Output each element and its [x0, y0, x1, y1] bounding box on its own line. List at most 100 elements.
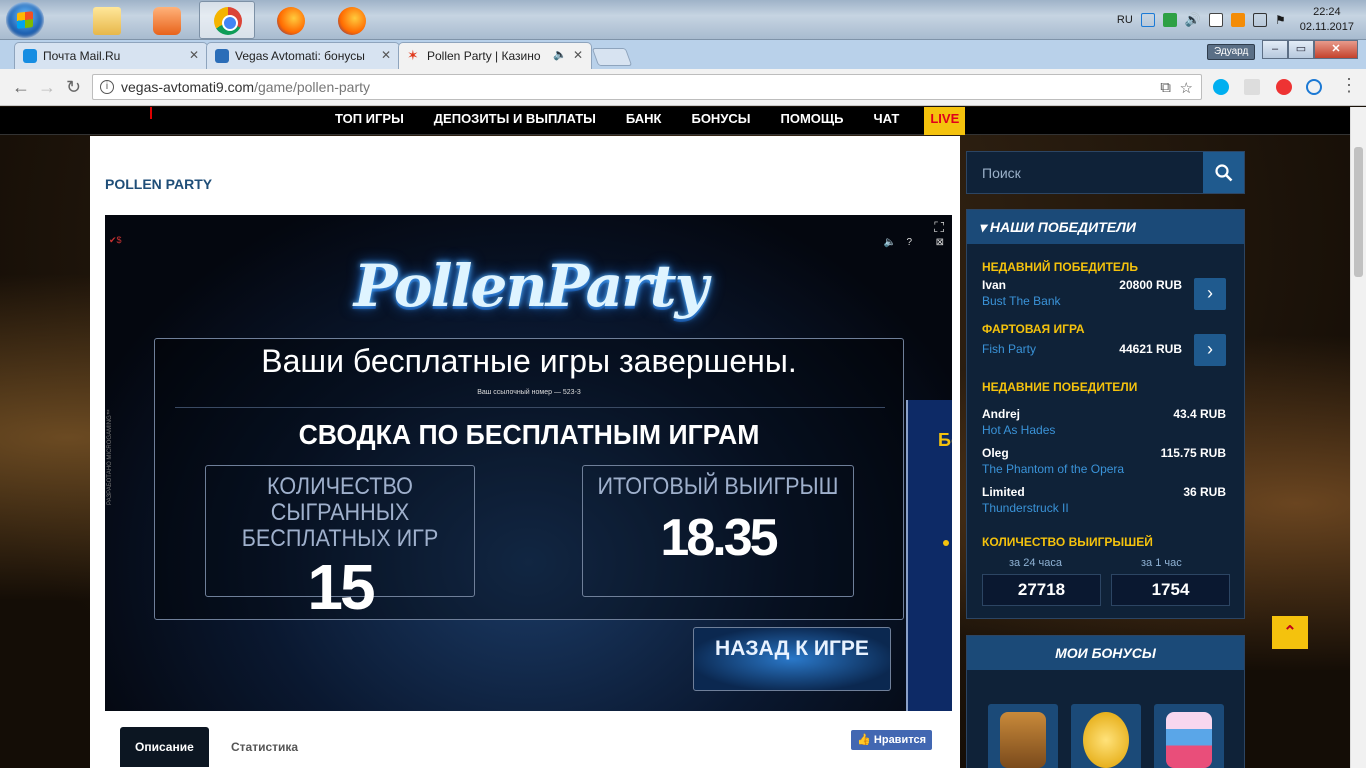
browser-tab-mail[interactable]: Почта Mail.Ru ✕	[14, 42, 208, 69]
bookmark-star-icon[interactable]: ☆	[1180, 79, 1193, 97]
clock[interactable]: 22:24 02.11.2017	[1300, 5, 1354, 35]
new-tab-button[interactable]	[591, 48, 633, 66]
help-icon[interactable]: ?	[906, 237, 912, 248]
back-to-game-button[interactable]: НАЗАД К ИГРЕ	[693, 627, 891, 691]
close-window-button[interactable]: ✕	[1314, 40, 1358, 59]
shield-icon[interactable]	[1162, 13, 1177, 27]
tab-title: Почта Mail.Ru	[43, 49, 121, 63]
volume-icon[interactable]: 🔊	[1185, 12, 1201, 28]
profile-badge[interactable]: Эдуард	[1207, 44, 1256, 60]
pollen-party-logo: PollenParty	[353, 252, 709, 320]
count-1h-value: 1754	[1111, 574, 1230, 606]
tab-statistics[interactable]: Статистика	[216, 727, 313, 767]
back-arrow-icon[interactable]: ←	[12, 77, 30, 98]
tab-close-icon[interactable]: ✕	[381, 48, 391, 62]
tab-close-icon[interactable]: ✕	[189, 48, 199, 62]
network-icon[interactable]	[1252, 13, 1267, 27]
free-games-played-box: КОЛИЧЕСТВО СЫГРАННЫХ БЕСПЛАТНЫХ ИГР 15	[205, 465, 475, 622]
count-1h-label: за 1 час	[1141, 557, 1182, 569]
browser-tab-pollen-party[interactable]: ✶ Pollen Party | Казино 🔈 ✕	[398, 42, 592, 69]
extension-icon[interactable]	[1244, 79, 1260, 95]
side-panel-dot	[943, 540, 949, 546]
winner-amount: 43.4 RUB	[1173, 407, 1226, 421]
system-tray: RU 🔊 ⚑ 22:24 02.11.2017	[1117, 0, 1366, 40]
list-item: Limited Thunderstruck II 36 RUB	[982, 485, 1226, 515]
chevron-right-icon[interactable]: ›	[1194, 334, 1226, 366]
tab-close-icon[interactable]: ✕	[573, 48, 583, 62]
forward-arrow-icon[interactable]: →	[38, 77, 56, 98]
search-button[interactable]	[1203, 152, 1244, 193]
taskbar-explorer-button[interactable]	[78, 1, 134, 39]
language-indicator[interactable]: RU	[1117, 14, 1133, 26]
minimize-button[interactable]: –	[1262, 40, 1288, 59]
maximize-button[interactable]: ▭	[1288, 40, 1314, 59]
page-scrollbar[interactable]	[1350, 107, 1366, 768]
taskbar-chrome-button[interactable]	[199, 1, 255, 39]
vpn-extension-icon[interactable]	[1306, 79, 1322, 95]
tab-description[interactable]: Описание	[120, 727, 209, 767]
folder-icon	[93, 7, 121, 35]
lucky-game-name[interactable]: Fish Party	[982, 342, 1226, 356]
nav-live[interactable]: LIVE	[924, 107, 966, 135]
skype-extension-icon[interactable]	[1213, 79, 1229, 95]
clock-time: 22:24	[1313, 6, 1341, 18]
winners-header[interactable]: ▾ НАШИ ПОБЕДИТЕЛИ	[967, 210, 1244, 244]
facebook-like-button[interactable]: 👍 Нравится	[851, 730, 932, 750]
game-frame[interactable]: ✔$ ⛶ 🔈 ? ⊠ PollenParty Ваши бесплатные и…	[105, 215, 952, 711]
winner-game[interactable]: Thunderstruck II	[982, 501, 1226, 515]
search-input[interactable]	[967, 152, 1203, 193]
search-icon	[1215, 164, 1233, 182]
chrome-menu-icon[interactable]: ⋮	[1340, 75, 1358, 96]
birthday-cake-icon[interactable]	[1154, 704, 1224, 768]
flag-icon[interactable]: ⚑	[1275, 13, 1286, 27]
tab-audio-icon[interactable]: 🔈	[553, 48, 567, 61]
list-item: Oleg The Phantom of the Opera 115.75 RUB	[982, 446, 1226, 476]
site-logo-fragment	[150, 107, 152, 119]
close-game-icon[interactable]: ⊠	[936, 237, 944, 248]
taskbar-media-player-button[interactable]	[138, 1, 194, 39]
nav-help[interactable]: ПОМОЩЬ	[766, 107, 859, 135]
winner-game[interactable]: Bust The Bank	[982, 294, 1226, 308]
summary-title: СВОДКА ПО БЕСПЛАТНЫМ ИГРАМ	[298, 419, 760, 450]
taskbar-firefox-button-2[interactable]	[323, 1, 379, 39]
nav-top-games[interactable]: ТОП ИГРЫ	[320, 107, 419, 135]
windows-start-icon[interactable]	[6, 2, 44, 38]
my-bonuses-panel: МОИ БОНУСЫ	[966, 635, 1245, 768]
chevron-right-icon[interactable]: ›	[1194, 278, 1226, 310]
capture-icon[interactable]	[1140, 13, 1155, 27]
search-box	[966, 151, 1245, 194]
free-games-played-value: 15	[307, 551, 375, 623]
nav-deposits[interactable]: ДЕПОЗИТЫ И ВЫПЛАТЫ	[419, 107, 611, 135]
like-label: Нравится	[873, 734, 926, 746]
casino-favicon-icon: ✶	[407, 47, 419, 63]
sound-icon[interactable]: 🔈	[884, 237, 896, 248]
winners-panel: ▾ НАШИ ПОБЕДИТЕЛИ НЕДАВНИЙ ПОБЕДИТЕЛЬ Iv…	[966, 209, 1245, 619]
scrollbar-thumb[interactable]	[1354, 147, 1363, 277]
list-item: Andrej Hot As Hades 43.4 RUB	[982, 407, 1226, 437]
wallet-bonus-icon[interactable]	[988, 704, 1058, 768]
tab-title: Pollen Party | Казино	[427, 49, 541, 63]
coin-bonus-icon[interactable]	[1071, 704, 1141, 768]
winner-amount: 36 RUB	[1183, 485, 1226, 499]
taskbar-firefox-button[interactable]	[262, 1, 318, 39]
scroll-to-top-button[interactable]: ⌃	[1272, 616, 1308, 649]
total-win-value: 18.35	[660, 509, 778, 567]
free-games-summary: Ваши бесплатные игры завершены. Ваш ссыл…	[154, 338, 904, 622]
nav-bank[interactable]: БАНК	[611, 107, 677, 135]
device-icon[interactable]	[1208, 13, 1223, 27]
adblock-extension-icon[interactable]	[1276, 79, 1292, 95]
lucky-game-amount: 44621 RUB	[1119, 342, 1182, 356]
browser-tab-vegas[interactable]: Vegas Avtomati: бонусы ✕	[206, 42, 400, 69]
winner-game[interactable]: Hot As Hades	[982, 423, 1226, 437]
info-icon[interactable]: i	[100, 80, 114, 94]
developer-credit: РАЗРАБОТАНО MICROGAMING™	[107, 409, 113, 505]
fullscreen-icon[interactable]: ⛶	[934, 219, 944, 236]
free-games-played-label: КОЛИЧЕСТВО СЫГРАННЫХ БЕСПЛАТНЫХ ИГР	[241, 473, 439, 552]
app-tray-icon[interactable]	[1230, 13, 1245, 27]
nav-chat[interactable]: ЧАТ	[859, 107, 915, 135]
reload-icon[interactable]: ↻	[66, 77, 81, 98]
winner-game[interactable]: The Phantom of the Opera	[982, 462, 1226, 476]
address-bar[interactable]: i vegas-avtomati9.com/game/pollen-party …	[92, 74, 1202, 100]
plugin-blocked-icon[interactable]: ⧉	[1160, 79, 1171, 96]
nav-bonuses[interactable]: БОНУСЫ	[676, 107, 765, 135]
